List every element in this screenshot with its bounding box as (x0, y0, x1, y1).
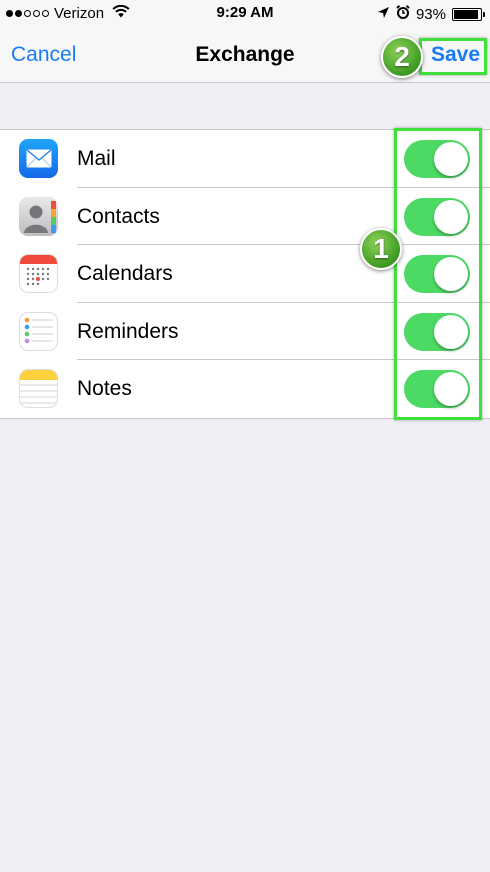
location-arrow-icon (377, 6, 390, 23)
item-label: Mail (77, 147, 116, 170)
alarm-clock-icon (396, 5, 410, 23)
item-label: Calendars (77, 262, 173, 285)
notes-icon (19, 369, 58, 408)
status-right: 93% (377, 5, 485, 23)
reminders-icon (19, 311, 58, 351)
step-2-badge: 2 (381, 36, 423, 78)
step-1-badge: 1 (360, 228, 402, 270)
save-highlight-box (419, 38, 487, 75)
item-label: Notes (77, 377, 132, 400)
battery-percent: 93% (415, 5, 446, 23)
item-label: Contacts (77, 204, 160, 228)
battery-level (454, 9, 479, 19)
item-label: Reminders (77, 319, 179, 343)
calendar-icon (19, 254, 58, 293)
battery-icon (452, 7, 485, 21)
contacts-icon (19, 196, 58, 236)
toggles-highlight-box (394, 128, 482, 420)
status-bar: Verizon 9:29 AM 93% (0, 0, 490, 28)
mail-icon (19, 139, 58, 178)
